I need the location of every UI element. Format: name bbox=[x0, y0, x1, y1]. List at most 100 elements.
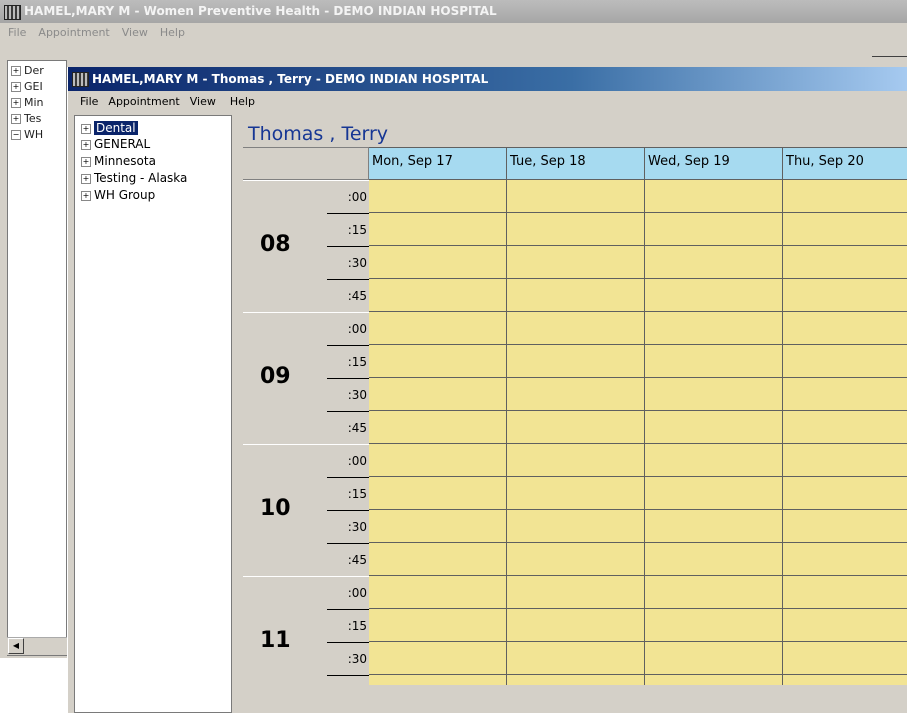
tree-item-minnesota[interactable]: + Minnesota bbox=[81, 153, 156, 170]
bg-tree-item[interactable]: − WH bbox=[11, 128, 43, 141]
time-slot[interactable] bbox=[783, 378, 907, 411]
menu-help[interactable]: Help bbox=[230, 95, 255, 108]
background-window-titlebar[interactable]: HAMEL,MARY M - Women Preventive Health -… bbox=[0, 0, 907, 23]
time-slot[interactable] bbox=[783, 543, 907, 576]
time-slot[interactable] bbox=[645, 510, 783, 543]
expand-icon[interactable]: + bbox=[11, 82, 21, 92]
expand-icon[interactable]: + bbox=[11, 66, 21, 76]
time-slot[interactable] bbox=[507, 444, 645, 477]
time-slot[interactable] bbox=[369, 444, 507, 477]
expand-icon[interactable]: + bbox=[81, 173, 91, 184]
time-slot[interactable] bbox=[369, 378, 507, 411]
expand-icon[interactable]: + bbox=[11, 98, 21, 108]
bg-menu-appointment[interactable]: Appointment bbox=[38, 26, 109, 39]
time-slot[interactable] bbox=[645, 411, 783, 444]
time-slot[interactable] bbox=[783, 477, 907, 510]
time-slot[interactable] bbox=[783, 345, 907, 378]
time-slot[interactable] bbox=[645, 378, 783, 411]
collapse-icon[interactable]: − bbox=[11, 130, 21, 140]
time-slot[interactable] bbox=[645, 345, 783, 378]
time-slot[interactable] bbox=[645, 246, 783, 279]
time-slot[interactable] bbox=[369, 411, 507, 444]
time-slot[interactable] bbox=[783, 510, 907, 543]
day-header[interactable]: Wed, Sep 19 bbox=[645, 147, 783, 180]
time-slot[interactable] bbox=[645, 576, 783, 609]
expand-icon[interactable]: + bbox=[81, 190, 91, 201]
time-slot[interactable] bbox=[507, 609, 645, 642]
bg-tree-item[interactable]: + Der bbox=[11, 64, 44, 77]
time-slot[interactable] bbox=[783, 411, 907, 444]
time-slot[interactable] bbox=[507, 246, 645, 279]
time-slot[interactable] bbox=[369, 543, 507, 576]
time-slot[interactable] bbox=[369, 246, 507, 279]
menu-appointment[interactable]: Appointment bbox=[108, 95, 179, 108]
time-slot[interactable] bbox=[645, 213, 783, 246]
bg-menu-view[interactable]: View bbox=[122, 26, 148, 39]
time-slot[interactable] bbox=[783, 576, 907, 609]
time-slot[interactable] bbox=[369, 510, 507, 543]
scroll-left-icon[interactable]: ◀ bbox=[8, 638, 24, 654]
schedule-window-titlebar[interactable]: HAMEL,MARY M - Thomas , Terry - DEMO IND… bbox=[68, 67, 907, 91]
day-header[interactable]: Thu, Sep 20 bbox=[783, 147, 907, 180]
time-slot[interactable] bbox=[507, 543, 645, 576]
time-slot[interactable] bbox=[645, 279, 783, 312]
time-slot[interactable] bbox=[645, 543, 783, 576]
time-slot[interactable] bbox=[369, 345, 507, 378]
time-slot[interactable] bbox=[645, 477, 783, 510]
time-slot[interactable] bbox=[507, 642, 645, 675]
time-slot[interactable] bbox=[783, 279, 907, 312]
day-header[interactable]: Mon, Sep 17 bbox=[369, 147, 507, 180]
time-slot[interactable] bbox=[507, 312, 645, 345]
day-header[interactable]: Tue, Sep 18 bbox=[507, 147, 645, 180]
minute-label: :15 bbox=[327, 478, 369, 511]
time-slot[interactable] bbox=[507, 477, 645, 510]
time-slot[interactable] bbox=[783, 675, 907, 685]
time-slot[interactable] bbox=[369, 213, 507, 246]
time-slot[interactable] bbox=[783, 609, 907, 642]
time-slot[interactable] bbox=[507, 213, 645, 246]
time-slot[interactable] bbox=[507, 576, 645, 609]
time-slot[interactable] bbox=[507, 510, 645, 543]
time-slot[interactable] bbox=[369, 642, 507, 675]
menu-file[interactable]: File bbox=[80, 95, 98, 108]
bg-tree-item[interactable]: + Tes bbox=[11, 112, 41, 125]
time-slot[interactable] bbox=[783, 246, 907, 279]
time-slot[interactable] bbox=[369, 576, 507, 609]
tree-item-general[interactable]: + GENERAL bbox=[81, 136, 150, 153]
time-slot[interactable] bbox=[507, 345, 645, 378]
tree-item-testing-alaska[interactable]: + Testing - Alaska bbox=[81, 170, 187, 187]
time-slot[interactable] bbox=[369, 312, 507, 345]
time-slot[interactable] bbox=[645, 642, 783, 675]
time-slot[interactable] bbox=[645, 180, 783, 213]
time-slot[interactable] bbox=[645, 675, 783, 685]
menu-view[interactable]: View bbox=[190, 95, 216, 108]
expand-icon[interactable]: + bbox=[81, 156, 91, 167]
tree-item-wh-group[interactable]: + WH Group bbox=[81, 187, 155, 204]
time-slot[interactable] bbox=[507, 279, 645, 312]
time-slot[interactable] bbox=[507, 411, 645, 444]
time-slot[interactable] bbox=[783, 213, 907, 246]
bg-menu-file[interactable]: File bbox=[8, 26, 26, 39]
time-slot[interactable] bbox=[783, 642, 907, 675]
expand-icon[interactable]: + bbox=[11, 114, 21, 124]
time-slot[interactable] bbox=[369, 675, 507, 685]
time-slot[interactable] bbox=[369, 609, 507, 642]
bg-tree-item[interactable]: + GEI bbox=[11, 80, 43, 93]
expand-icon[interactable]: + bbox=[81, 139, 91, 150]
time-slot[interactable] bbox=[645, 609, 783, 642]
tree-item-dental[interactable]: + Dental bbox=[81, 120, 138, 137]
time-slot[interactable] bbox=[645, 444, 783, 477]
time-slot[interactable] bbox=[783, 312, 907, 345]
time-slot[interactable] bbox=[369, 279, 507, 312]
bg-tree-item[interactable]: + Min bbox=[11, 96, 44, 109]
bg-menu-help[interactable]: Help bbox=[160, 26, 185, 39]
time-slot[interactable] bbox=[645, 312, 783, 345]
time-slot[interactable] bbox=[507, 675, 645, 685]
time-slot[interactable] bbox=[369, 477, 507, 510]
time-slot[interactable] bbox=[507, 378, 645, 411]
time-slot[interactable] bbox=[783, 180, 907, 213]
expand-icon[interactable]: + bbox=[81, 123, 91, 134]
time-slot[interactable] bbox=[369, 180, 507, 213]
time-slot[interactable] bbox=[507, 180, 645, 213]
time-slot[interactable] bbox=[783, 444, 907, 477]
